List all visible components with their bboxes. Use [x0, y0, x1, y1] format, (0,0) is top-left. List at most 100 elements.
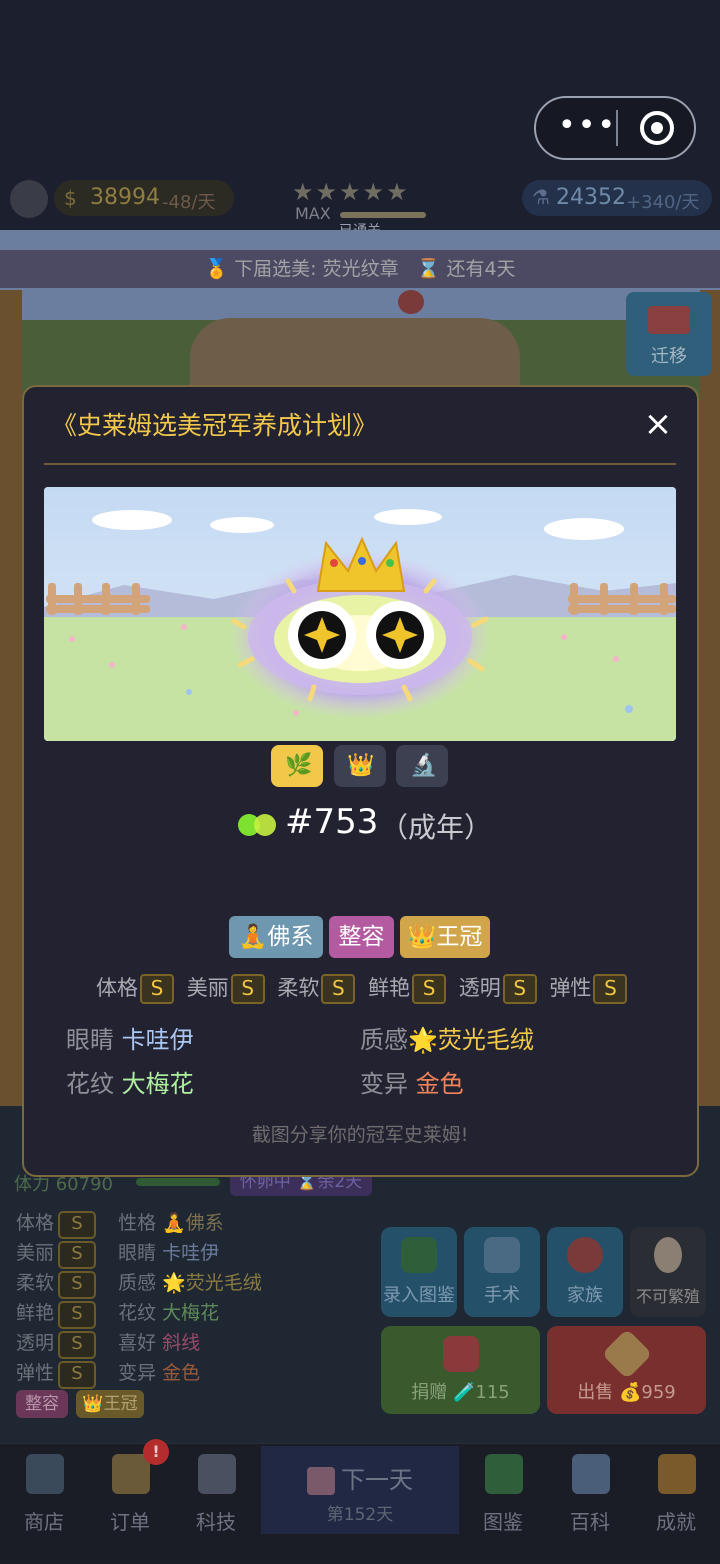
- lower-stat-row: 体格 S 性格 🧘佛系: [16, 1208, 224, 1239]
- nav-codex-label: 图鉴: [483, 1510, 523, 1534]
- right-wall: [700, 290, 720, 1110]
- slime-id: #753: [285, 802, 379, 842]
- left-wall: [0, 290, 22, 1110]
- personality-tag: 🧘佛系: [229, 916, 323, 958]
- stat-grade-badge: S: [502, 974, 537, 1004]
- microscope-button[interactable]: 🔬: [396, 745, 448, 787]
- crown-icon: 👑: [347, 753, 375, 778]
- donate-label: 捐赠 🧪115: [411, 1382, 510, 1403]
- gems-pill: ⚗ 24352 +340/天: [522, 180, 712, 216]
- trait-value: 斜线: [162, 1332, 201, 1354]
- stat-label: 体格: [96, 976, 138, 1000]
- modal-title: 《史莱姆选美冠军养成计划》: [52, 411, 378, 440]
- gems-value: 24352: [556, 185, 626, 210]
- contest-banner: 🏅 下届选美: 荧光纹章 ⌛ 还有4天: [0, 250, 720, 288]
- more-icon[interactable]: •••: [558, 111, 615, 144]
- nav-orders[interactable]: 订单: [90, 1450, 170, 1550]
- cart-icon: [26, 1454, 64, 1494]
- eyes-trait: 眼睛 卡哇伊: [66, 1020, 194, 1055]
- color-dots-icon: [238, 814, 276, 836]
- stat-grade: S: [58, 1301, 97, 1329]
- stat-label: 透明: [16, 1332, 55, 1354]
- stat-grade-badge: S: [230, 974, 265, 1004]
- stat-grade: S: [58, 1271, 97, 1299]
- lower-stat-row: 美丽 S 眼睛 卡哇伊: [16, 1238, 219, 1269]
- branch-button[interactable]: 🌿: [271, 745, 323, 787]
- scroll-icon: [112, 1454, 150, 1494]
- stat-label: 柔软: [16, 1272, 55, 1294]
- book-icon: [401, 1237, 437, 1273]
- next-day-button[interactable]: 下一天 第152天: [261, 1446, 459, 1534]
- trait-value: 金色: [162, 1362, 201, 1384]
- eyes-value: 卡哇伊: [121, 1026, 194, 1054]
- stat-grades: 体格 S 美丽 S 柔软 S 鲜艳 S 透明 S 弹性 S: [96, 972, 633, 1004]
- sell-button[interactable]: 出售 💰959: [547, 1326, 706, 1414]
- close-target-icon[interactable]: [640, 111, 674, 145]
- day-count: 第152天: [326, 1505, 394, 1525]
- crown-icon: 👑: [407, 924, 437, 950]
- mutation-value: 金色: [415, 1070, 464, 1098]
- nav-wiki-label: 百科: [570, 1510, 610, 1534]
- move-button[interactable]: 迁移: [626, 292, 712, 376]
- codex-book-icon: [485, 1454, 523, 1494]
- settings-gear-icon[interactable]: [10, 180, 48, 218]
- meditation-icon: 🧘: [238, 924, 268, 950]
- close-button[interactable]: ×: [642, 404, 674, 444]
- price-tag-icon: [601, 1328, 652, 1380]
- trait-value: 卡哇伊: [162, 1242, 220, 1264]
- stamina-bar: [136, 1178, 220, 1186]
- money-bag-icon: $: [64, 186, 77, 210]
- nav-shop[interactable]: 商店: [4, 1450, 84, 1550]
- gift-icon: [442, 1336, 479, 1372]
- eyes-label: 眼睛: [66, 1026, 114, 1054]
- next-day-label: 下一天: [341, 1466, 413, 1494]
- trophy-icon: [658, 1454, 696, 1494]
- flask-icon: ⚗: [532, 185, 550, 209]
- mini-program-capsule[interactable]: •••: [534, 96, 696, 160]
- stat-label: 美丽: [186, 976, 229, 1000]
- mutation-label: 变异: [360, 1070, 408, 1098]
- record-label: 录入图鉴: [383, 1285, 455, 1306]
- trait-value: 🧘佛系: [162, 1212, 224, 1234]
- nav-wiki[interactable]: 百科: [550, 1450, 630, 1550]
- heart-icon: [398, 290, 424, 314]
- nav-codex[interactable]: 图鉴: [463, 1450, 543, 1550]
- stat-label: 美丽: [16, 1242, 55, 1264]
- surgery-button[interactable]: 手术: [464, 1227, 540, 1317]
- crown-button[interactable]: 👑: [334, 745, 386, 787]
- open-book-icon: [572, 1454, 610, 1494]
- family-button[interactable]: 家族: [547, 1227, 623, 1317]
- stat-label: 弹性: [16, 1362, 55, 1384]
- trait-value: 🌟荧光毛绒: [162, 1272, 262, 1294]
- nav-achievements[interactable]: 成就: [636, 1450, 716, 1550]
- calendar-icon: [307, 1467, 335, 1495]
- family-label: 家族: [567, 1285, 603, 1306]
- pattern-label: 花纹: [66, 1070, 114, 1098]
- share-hint: 截图分享你的冠军史莱姆!: [251, 1124, 469, 1146]
- donate-button[interactable]: 捐赠 🧪115: [381, 1326, 540, 1414]
- truck-icon: [648, 306, 690, 334]
- stat-grade-badge: S: [321, 974, 356, 1004]
- stat-label: 鲜艳: [368, 976, 411, 1000]
- no-breed-button[interactable]: 不可繁殖: [630, 1227, 706, 1317]
- champion-slime-picture: [44, 487, 676, 741]
- mutation-trait: 变异 金色: [360, 1064, 464, 1099]
- texture-label: 质感: [360, 1026, 408, 1054]
- nav-tech[interactable]: 科技: [176, 1450, 256, 1550]
- texture-value: 荧光毛绒: [437, 1026, 534, 1054]
- pattern-value: 大梅花: [121, 1070, 194, 1098]
- crown-tag-label: 王冠: [436, 924, 483, 950]
- max-progress-bar: [340, 212, 426, 218]
- move-label: 迁移: [651, 346, 687, 367]
- stat-label: 体格: [16, 1212, 55, 1234]
- stat-label: 柔软: [277, 976, 320, 1000]
- trait-label: 眼睛: [118, 1242, 157, 1264]
- banner-countdown: 还有4天: [446, 258, 516, 280]
- trait-label: 性格: [118, 1212, 157, 1234]
- olive-branch-icon: 🌿: [285, 753, 313, 778]
- trait-label: 质感: [118, 1272, 157, 1294]
- sparkle-icon: 🌟: [408, 1026, 438, 1054]
- max-label: MAX: [295, 204, 331, 223]
- stat-grade: S: [58, 1361, 97, 1389]
- record-codex-button[interactable]: 录入图鉴: [381, 1227, 457, 1317]
